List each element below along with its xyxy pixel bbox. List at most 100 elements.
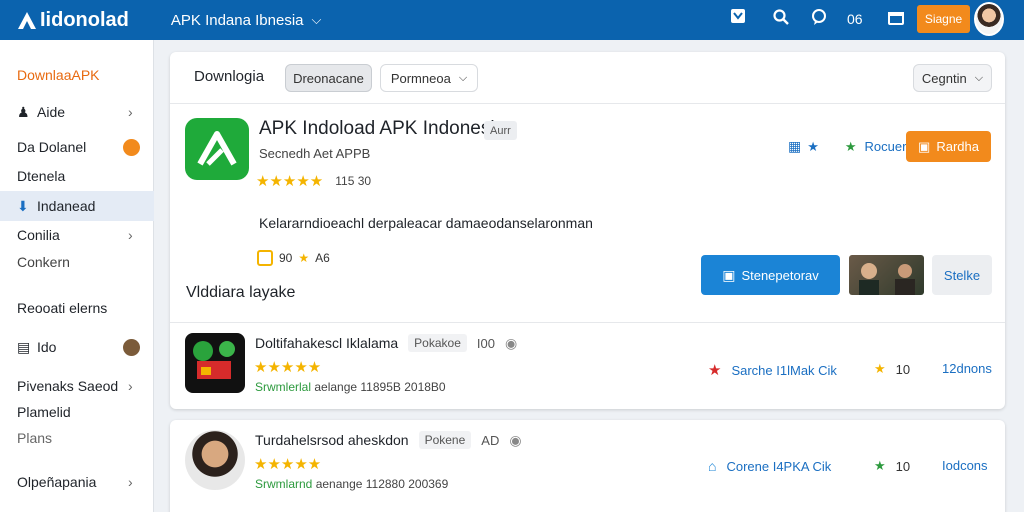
row-count-value: 10 bbox=[895, 361, 911, 377]
sidebar-item-olpenapania[interactable]: Olpeñapania › bbox=[0, 467, 154, 497]
rating-stars: ★★★★★ bbox=[256, 173, 324, 190]
sidebar-item-label: Plans bbox=[17, 430, 53, 446]
row-extra: I00 bbox=[476, 335, 495, 351]
row-badge: Pokakoe bbox=[408, 334, 467, 352]
row-count: ★ 10 bbox=[874, 361, 910, 377]
featured-description: Kelararndioeachl derpaleacar damaeodanse… bbox=[259, 215, 593, 231]
row-count: ★ 10 bbox=[874, 458, 910, 474]
download-icon: ⬇ bbox=[17, 197, 29, 214]
row-action[interactable]: ⌂ Corene I4PKA Cik bbox=[708, 458, 831, 474]
rating-stars: ★★★★★ bbox=[254, 359, 322, 376]
sidebar-item-aide[interactable]: ♟ Aide › bbox=[0, 97, 154, 127]
chevron-right-icon: › bbox=[128, 474, 133, 490]
signin-button[interactable]: Siagne bbox=[917, 5, 970, 33]
sidebar: DownlaaAPK ♟ Aide › Da Dolanel Dtenela ⬇… bbox=[0, 40, 154, 512]
brand-name: Iidonolad bbox=[40, 8, 129, 31]
row-action-label: Corene I4PKA Cik bbox=[726, 458, 832, 474]
sidebar-item-label: Indanead bbox=[37, 198, 96, 214]
rating-stars: ★★★★★ bbox=[254, 456, 322, 473]
sidebar-item-indanead[interactable]: ⬇ Indanead bbox=[0, 191, 154, 221]
chevron-down-icon: ⌵ bbox=[458, 71, 468, 84]
app-icon bbox=[185, 333, 245, 393]
featured-status[interactable]: ▦ ★ ★ Rocuer bbox=[788, 138, 906, 155]
chat-icon[interactable] bbox=[810, 8, 828, 31]
featured-app-subtitle: Secnedh Aet APPB bbox=[259, 146, 371, 161]
book-icon: ▤ bbox=[17, 338, 31, 355]
sidebar-item-conkern[interactable]: Conkern bbox=[0, 247, 154, 277]
sidebar-item-label: Conkern bbox=[17, 254, 70, 270]
search-icon[interactable] bbox=[772, 8, 790, 31]
sidebar-item-ido[interactable]: ▤ Ido bbox=[0, 332, 154, 362]
row-badge: Pokene bbox=[418, 431, 472, 449]
tab-bar: Downlogia Dreonacane Pormneoa ⌵ Cegntin … bbox=[170, 52, 1005, 104]
row-action[interactable]: ★ Sarche I1lMak Cik bbox=[708, 361, 837, 379]
row-meta-text: aenange 112880 200369 bbox=[315, 477, 449, 491]
chevron-down-icon: ⌵ bbox=[974, 71, 984, 84]
row-title-text: Doltifahakescl Iklalama bbox=[255, 335, 399, 351]
featured-app-title[interactable]: APK Indoload APK Indonesia bbox=[259, 118, 505, 140]
featured-status-label: Rocuer bbox=[864, 139, 907, 154]
featured-stats: 90 ★ A6 bbox=[257, 250, 330, 266]
site-menu[interactable]: APK Indana Ibnesia ⌵ bbox=[171, 12, 321, 29]
filter-dropdown[interactable]: Pormneoa ⌵ bbox=[380, 64, 478, 92]
sidebar-item-conilia[interactable]: Conilia › bbox=[0, 220, 154, 250]
list-item[interactable]: Doltifahakescl Iklalama Pokakoe I00 ◉ ★★… bbox=[170, 322, 1005, 410]
sidebar-item-label: Ido bbox=[37, 339, 57, 355]
row-title: Turdahelsrsod aheskdon Pokene AD ◉ bbox=[255, 431, 522, 449]
row-action-label: Sarche I1lMak Cik bbox=[731, 362, 837, 378]
list-panel: Turdahelsrsod aheskdon Pokene AD ◉ ★★★★★… bbox=[170, 420, 1005, 512]
row-meta-green: Srwmlerlal bbox=[255, 380, 312, 394]
stat-extra: A6 bbox=[315, 251, 330, 265]
notification-dot bbox=[123, 139, 140, 156]
screenshot-thumbnail[interactable] bbox=[849, 255, 924, 295]
row-meta-text: aelange 11895B 2018B0 bbox=[314, 380, 446, 394]
section-label: Vlddiara layake bbox=[186, 284, 296, 301]
download-icon: ▣ bbox=[918, 138, 931, 154]
get-button-label: Rardha bbox=[936, 139, 979, 154]
sidebar-item-dolanel[interactable]: Da Dolanel bbox=[0, 132, 154, 162]
notification-count[interactable]: 06 bbox=[847, 11, 863, 27]
bookmark-icon[interactable] bbox=[730, 8, 746, 29]
sort-dropdown[interactable]: Cegntin ⌵ bbox=[913, 64, 992, 92]
share-button[interactable]: Stelke bbox=[932, 255, 992, 295]
row-meta-green: Srwmlarnd bbox=[255, 477, 313, 491]
main-panel: Downlogia Dreonacane Pormneoa ⌵ Cegntin … bbox=[170, 52, 1005, 409]
sidebar-item-dtenela[interactable]: Dtenela bbox=[0, 161, 154, 191]
primary-download-button[interactable]: ▣ Stenepetorav bbox=[701, 255, 840, 295]
row-title: Doltifahakescl Iklalama Pokakoe I00 ◉ bbox=[255, 334, 517, 352]
sidebar-item-plans[interactable]: Plans bbox=[0, 423, 154, 453]
tab-active[interactable]: Dreonacane bbox=[285, 64, 372, 92]
sidebar-item-label: Pivenaks Saeod bbox=[17, 378, 119, 394]
status-dot bbox=[123, 339, 140, 356]
grid-icon: ▦ bbox=[788, 138, 802, 154]
sort-dropdown-label: Cegntin bbox=[921, 70, 967, 86]
brand-logo[interactable]: Iidonolad bbox=[16, 9, 129, 32]
row-right-label[interactable]: 12dnons bbox=[942, 361, 992, 376]
featured-app-icon[interactable] bbox=[185, 118, 249, 180]
checkbox-icon bbox=[257, 250, 273, 266]
sidebar-heading[interactable]: DownlaaAPK bbox=[0, 60, 154, 90]
info-icon: ◉ bbox=[504, 334, 518, 351]
row-extra: AD bbox=[481, 432, 500, 448]
avatar bbox=[185, 430, 245, 490]
filter-dropdown-label: Pormneoa bbox=[390, 70, 451, 86]
avatar[interactable] bbox=[974, 2, 1004, 36]
panel-title: Downlogia bbox=[194, 68, 265, 85]
gift-icon[interactable] bbox=[887, 8, 905, 31]
list-item[interactable]: Turdahelsrsod aheskdon Pokene AD ◉ ★★★★★… bbox=[170, 420, 1005, 508]
chevron-right-icon: › bbox=[128, 378, 133, 394]
top-bar: Iidonolad APK Indana Ibnesia ⌵ 06 Siagne bbox=[0, 0, 1024, 40]
sidebar-item-label: Conilia bbox=[17, 227, 60, 243]
sidebar-item-label: Plamelid bbox=[17, 404, 71, 420]
row-title-text: Turdahelsrsod aheskdon bbox=[255, 432, 409, 448]
get-button[interactable]: ▣ Rardha bbox=[906, 131, 991, 162]
featured-rating: ★★★★★ 115 30 bbox=[256, 172, 371, 190]
sidebar-item-reooati[interactable]: Reooati elerns bbox=[0, 293, 154, 323]
stat-value: 90 bbox=[279, 251, 293, 265]
site-menu-label: APK Indana Ibnesia bbox=[170, 11, 304, 29]
app-logo-icon bbox=[197, 131, 237, 166]
featured-badge: Aurr bbox=[484, 121, 517, 140]
row-meta: Srwmlarnd aenange 112880 200369 bbox=[255, 477, 448, 491]
row-right-label[interactable]: Iodcons bbox=[942, 458, 988, 473]
chevron-right-icon: › bbox=[128, 227, 133, 243]
